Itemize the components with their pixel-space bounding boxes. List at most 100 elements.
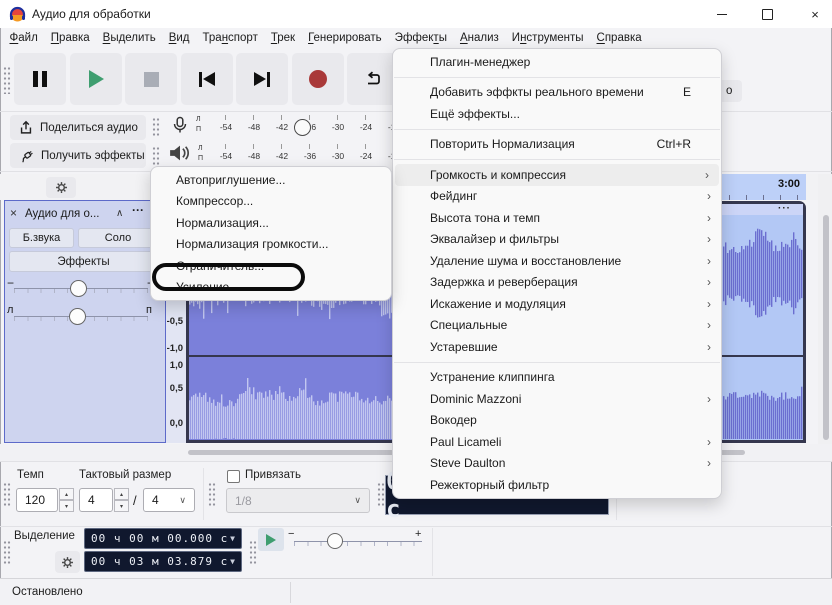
mute-button[interactable]: Б.звука bbox=[9, 228, 74, 248]
effects-menu-item[interactable]: Ещё эффекты... › bbox=[393, 103, 721, 125]
time-signature-spinner[interactable]: ▴ ▾ bbox=[114, 488, 129, 512]
share-audio-button[interactable]: Поделиться аудио bbox=[10, 115, 146, 140]
time-signature-numerator-input[interactable]: 4 bbox=[79, 488, 113, 512]
menubar-item[interactable]: Эффекты bbox=[388, 32, 453, 44]
toolbar-grip[interactable] bbox=[3, 540, 11, 566]
toolbar-grip[interactable] bbox=[208, 482, 216, 508]
dropdown-arrow-icon[interactable]: ▼ bbox=[230, 534, 235, 543]
submenu-item[interactable]: Нормализация... bbox=[151, 212, 391, 234]
track-collapse-icon[interactable]: ∧ bbox=[116, 208, 123, 219]
menubar-item[interactable]: Справка bbox=[590, 32, 648, 44]
minimize-button[interactable] bbox=[700, 0, 744, 28]
vertical-scrollbar-thumb[interactable] bbox=[823, 215, 829, 440]
submenu-item[interactable]: Компрессор... bbox=[151, 191, 391, 213]
menu-shortcut: E bbox=[683, 85, 691, 99]
record-button[interactable] bbox=[292, 53, 344, 105]
menubar-item[interactable]: Вид bbox=[162, 32, 196, 44]
solo-button[interactable]: Соло bbox=[78, 228, 158, 248]
play-button[interactable] bbox=[70, 53, 122, 105]
menubar-item[interactable]: Выделить bbox=[96, 32, 162, 44]
menubar-item[interactable]: Трек bbox=[264, 32, 301, 44]
tempo-spinner[interactable]: ▴ ▾ bbox=[59, 488, 74, 512]
spinner-up-icon[interactable]: ▴ bbox=[59, 488, 74, 500]
effects-menu-item[interactable]: Paul Licameli › bbox=[393, 431, 721, 453]
effects-menu-item[interactable]: Устранение клиппинга › bbox=[393, 367, 721, 389]
menubar: ФайлПравкаВыделитьВидТранспортТрекГенери… bbox=[3, 28, 648, 48]
play-at-speed-button[interactable] bbox=[258, 528, 284, 551]
submenu-chevron-icon: › bbox=[701, 254, 711, 268]
effects-menu-item[interactable]: Dominic Mazzoni › bbox=[393, 388, 721, 410]
selection-options-button[interactable] bbox=[55, 551, 80, 573]
effects-menu-item[interactable]: Режекторный фильтр › bbox=[393, 474, 721, 496]
meter-grip[interactable] bbox=[152, 146, 160, 166]
menubar-item[interactable]: Файл bbox=[3, 32, 44, 44]
chevron-down-icon: ∨ bbox=[354, 495, 361, 506]
skip-to-end-button[interactable] bbox=[236, 53, 288, 105]
effects-menu-item[interactable]: Удаление шума и восстановление › bbox=[393, 250, 721, 272]
effects-menu-item[interactable]: Добавить эффкты реального времени E › bbox=[393, 82, 721, 104]
meter-scale-value: -54 bbox=[212, 122, 240, 132]
effects-menu-item[interactable]: Steve Daulton › bbox=[393, 453, 721, 475]
ruler-label: 0,0 bbox=[166, 418, 183, 429]
toolbar-grip[interactable] bbox=[377, 482, 385, 508]
clip-menu-kebab-icon[interactable]: ··· bbox=[778, 203, 791, 214]
gain-slider-handle[interactable] bbox=[70, 280, 87, 297]
submenu-item[interactable]: Нормализация громкости... bbox=[151, 234, 391, 256]
effects-menu-item[interactable]: Повторить Нормализация Ctrl+R › bbox=[393, 134, 721, 156]
track-menu-kebab-icon[interactable]: ··· bbox=[132, 203, 144, 217]
track-close-icon[interactable]: × bbox=[10, 206, 17, 220]
meter-grip[interactable] bbox=[152, 117, 160, 137]
close-button[interactable]: × bbox=[793, 0, 832, 28]
toolbar-divider bbox=[0, 526, 832, 527]
effects-menu-item[interactable]: Специальные › bbox=[393, 315, 721, 337]
effects-menu-item[interactable]: Устаревшие › bbox=[393, 336, 721, 358]
speed-slider-handle[interactable] bbox=[327, 533, 343, 549]
submenu-item[interactable]: Автоприглушение... bbox=[151, 169, 391, 191]
skip-to-start-button[interactable] bbox=[181, 53, 233, 105]
effects-menu-item[interactable]: Задержка и реверберация › bbox=[393, 272, 721, 294]
menubar-item[interactable]: Генерировать bbox=[302, 32, 389, 44]
menubar-item[interactable]: Анализ bbox=[453, 32, 505, 44]
menubar-item[interactable]: Инструменты bbox=[505, 32, 590, 44]
pan-slider-handle[interactable] bbox=[69, 308, 86, 325]
spinner-down-icon[interactable]: ▾ bbox=[114, 500, 129, 512]
statusbar-divider bbox=[290, 582, 291, 603]
effects-menu-item[interactable]: Громкость и компрессия › bbox=[395, 164, 719, 186]
maximize-button[interactable] bbox=[745, 0, 789, 28]
snap-interval-dropdown[interactable]: 1/8 ∨ bbox=[226, 488, 370, 513]
track-title[interactable]: Аудио для о... bbox=[25, 208, 111, 220]
effects-menu-item[interactable]: Фейдинг › bbox=[393, 186, 721, 208]
menubar-item[interactable]: Транспорт bbox=[196, 32, 264, 44]
pan-right-label: п bbox=[146, 304, 152, 316]
menubar-item[interactable]: Правка bbox=[44, 32, 96, 44]
stop-button[interactable] bbox=[125, 53, 177, 105]
pause-button[interactable] bbox=[14, 53, 66, 105]
effects-menu-item[interactable]: Искажение и модуляция › bbox=[393, 293, 721, 315]
selection-start-field[interactable]: 00 ч 00 м 00.000 с ▼ bbox=[84, 528, 242, 549]
pause-icon bbox=[33, 71, 47, 87]
selection-end-field[interactable]: 00 ч 03 м 03.879 с ▼ bbox=[84, 551, 242, 572]
dropdown-arrow-icon[interactable]: ▼ bbox=[230, 557, 235, 566]
effects-menu-item[interactable]: Эквалайзер и фильтры › bbox=[393, 229, 721, 251]
skip-end-icon bbox=[254, 72, 270, 87]
window-title: Аудио для обработки bbox=[32, 7, 151, 21]
time-signature-denominator-dropdown[interactable]: 4 ∨ bbox=[143, 488, 195, 512]
get-effects-button[interactable]: Получить эффекты bbox=[10, 143, 146, 168]
clip-header[interactable]: ··· bbox=[722, 204, 803, 215]
track-effects-button[interactable]: Эффекты bbox=[9, 251, 158, 272]
toolbar-grip[interactable] bbox=[3, 482, 11, 508]
tempo-input[interactable]: 120 bbox=[16, 488, 58, 512]
toolbar-grip[interactable] bbox=[249, 540, 257, 566]
effects-menu-item[interactable]: Плагин-менеджер › bbox=[393, 51, 721, 73]
timeline-options-button[interactable] bbox=[46, 177, 76, 198]
snap-checkbox[interactable] bbox=[227, 470, 240, 483]
pan-left-label: л bbox=[7, 304, 13, 316]
spinner-up-icon[interactable]: ▴ bbox=[114, 488, 129, 500]
spinner-down-icon[interactable]: ▾ bbox=[59, 500, 74, 512]
recording-volume-slider[interactable] bbox=[294, 119, 311, 136]
menu-separator bbox=[394, 77, 720, 78]
toolbar-grip[interactable] bbox=[3, 66, 11, 94]
effects-menu-item[interactable]: Высота тона и темп › bbox=[393, 207, 721, 229]
skip-start-icon bbox=[199, 72, 215, 87]
effects-menu-item[interactable]: Вокодер › bbox=[393, 410, 721, 432]
